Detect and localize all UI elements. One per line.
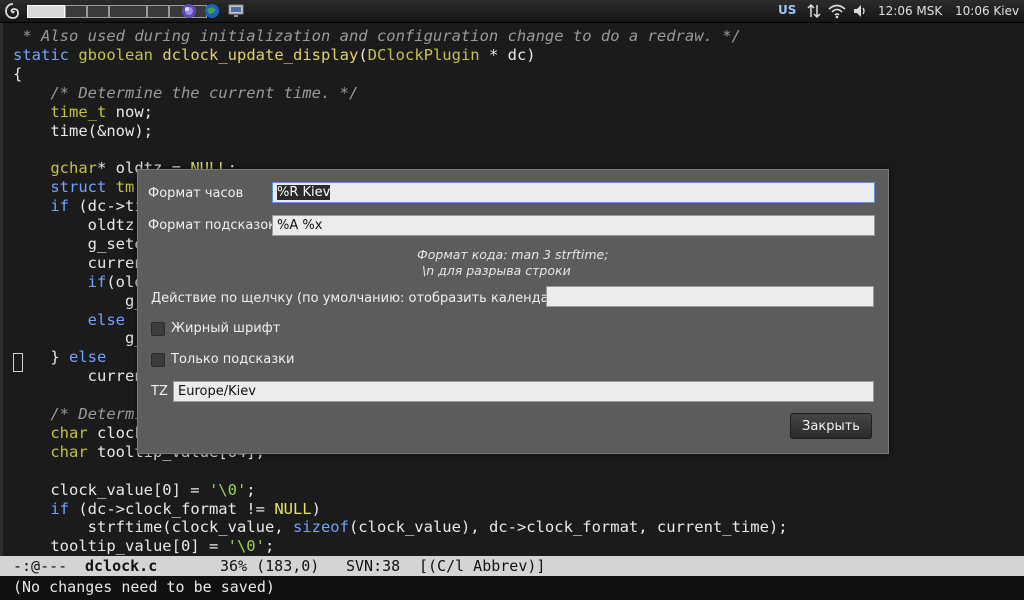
code-line[interactable]: g_ [13, 329, 144, 348]
code-line[interactable]: if (dc->clock_format != NULL) [13, 500, 321, 519]
clock-kiev[interactable]: 10:06 Kiev [955, 4, 1019, 18]
click-action-input[interactable] [546, 286, 874, 307]
tooltip-format-input[interactable]: %A %x [272, 215, 875, 236]
workspace-5[interactable] [147, 5, 169, 18]
clock-format-value: %R Kiev [277, 185, 331, 200]
modeline-status: -:@--- [13, 557, 68, 575]
workspace-4[interactable] [109, 5, 147, 18]
globe-icon[interactable] [204, 3, 220, 19]
mode-line: -:@--- dclock.c 36% (183,0) SVN:38 [(C/l… [0, 556, 1024, 576]
code-line[interactable]: time(&now); [13, 122, 153, 141]
web-browser-icon[interactable] [181, 3, 197, 19]
workspace-switcher [27, 5, 207, 18]
code-line[interactable]: curren [13, 367, 144, 386]
code-line[interactable]: static gboolean dclock_update_display(DC… [13, 46, 536, 65]
workspace-3[interactable] [87, 5, 109, 18]
code-line[interactable]: char clock [13, 424, 143, 443]
tooltip-format-value: %A %x [277, 218, 323, 233]
system-tray [806, 3, 868, 19]
tooltip-only-checkbox[interactable] [151, 353, 165, 367]
wifi-icon[interactable] [828, 3, 846, 19]
text-cursor [13, 353, 23, 372]
click-action-label: Действие по щелчку (по умолчанию: отобра… [151, 291, 570, 306]
code-line[interactable]: { [13, 65, 22, 84]
tz-label: TZ [151, 384, 168, 399]
code-line[interactable]: g_ [13, 292, 144, 311]
code-line[interactable]: /* Determi [13, 405, 143, 424]
format-hint-line1: Формат кода: man 3 strftime; [417, 247, 609, 262]
code-line[interactable]: oldtz [13, 216, 135, 235]
clock-settings-dialog: Формат часов %R Kiev Формат подсказок %A… [137, 169, 889, 454]
modeline-buffer-name[interactable]: dclock.c [85, 556, 157, 576]
bold-font-checkbox[interactable] [151, 322, 165, 336]
modeline-modes[interactable]: [(C/l Abbrev)] [419, 556, 545, 576]
display-icon[interactable] [228, 3, 244, 19]
modeline-vc[interactable]: SVN:38 [346, 556, 400, 576]
code-line[interactable]: time_t now; [13, 103, 153, 122]
code-line[interactable]: } else [13, 348, 106, 367]
code-line[interactable]: if (dc->ti [13, 197, 143, 216]
code-line[interactable]: if(old [13, 273, 144, 292]
code-line[interactable]: /* Determine the current time. */ [13, 84, 358, 103]
tooltip-format-label: Формат подсказок [148, 218, 277, 233]
workspace-1[interactable] [27, 5, 65, 18]
clock-msk[interactable]: 12:06 MSK [878, 4, 942, 18]
code-line[interactable]: else [13, 311, 125, 330]
tz-value: Europe/Kiev [178, 384, 256, 399]
code-line[interactable]: clock_value[0] = '\0'; [13, 481, 255, 500]
network-arrows-icon[interactable] [806, 3, 822, 19]
keyboard-layout-indicator[interactable]: US [778, 3, 796, 17]
minibuffer-message: (No changes need to be saved) [13, 578, 275, 596]
clock-format-input[interactable]: %R Kiev [272, 182, 875, 203]
debian-menu-icon[interactable] [4, 2, 22, 20]
minibuffer[interactable]: (No changes need to be saved) [0, 576, 1024, 600]
code-line[interactable]: * Also used during initialization and co… [13, 27, 741, 46]
bold-font-label[interactable]: Жирный шрифт [171, 321, 280, 336]
code-line[interactable]: curren [13, 254, 144, 273]
code-line[interactable]: strftime(clock_value, sizeof(clock_value… [13, 518, 788, 537]
volume-icon[interactable] [852, 3, 868, 19]
tooltip-only-label[interactable]: Только подсказки [171, 352, 294, 367]
top-panel: US 12:06 MSK 10:06 Kiev [0, 0, 1024, 23]
left-fringe [0, 23, 3, 556]
code-line[interactable]: struct tm [13, 178, 134, 197]
modeline-position: 36% (183,0) [220, 557, 320, 575]
clock-format-label: Формат часов [148, 186, 244, 201]
tz-input[interactable]: Europe/Kiev [173, 381, 874, 402]
close-button[interactable]: Закрыть [790, 413, 872, 439]
format-hint-line2: \n для разрыва строки [422, 263, 571, 278]
code-line[interactable]: g_sete [13, 235, 144, 254]
code-line[interactable]: tooltip_value[0] = '\0'; [13, 537, 274, 556]
workspace-2[interactable] [65, 5, 87, 18]
